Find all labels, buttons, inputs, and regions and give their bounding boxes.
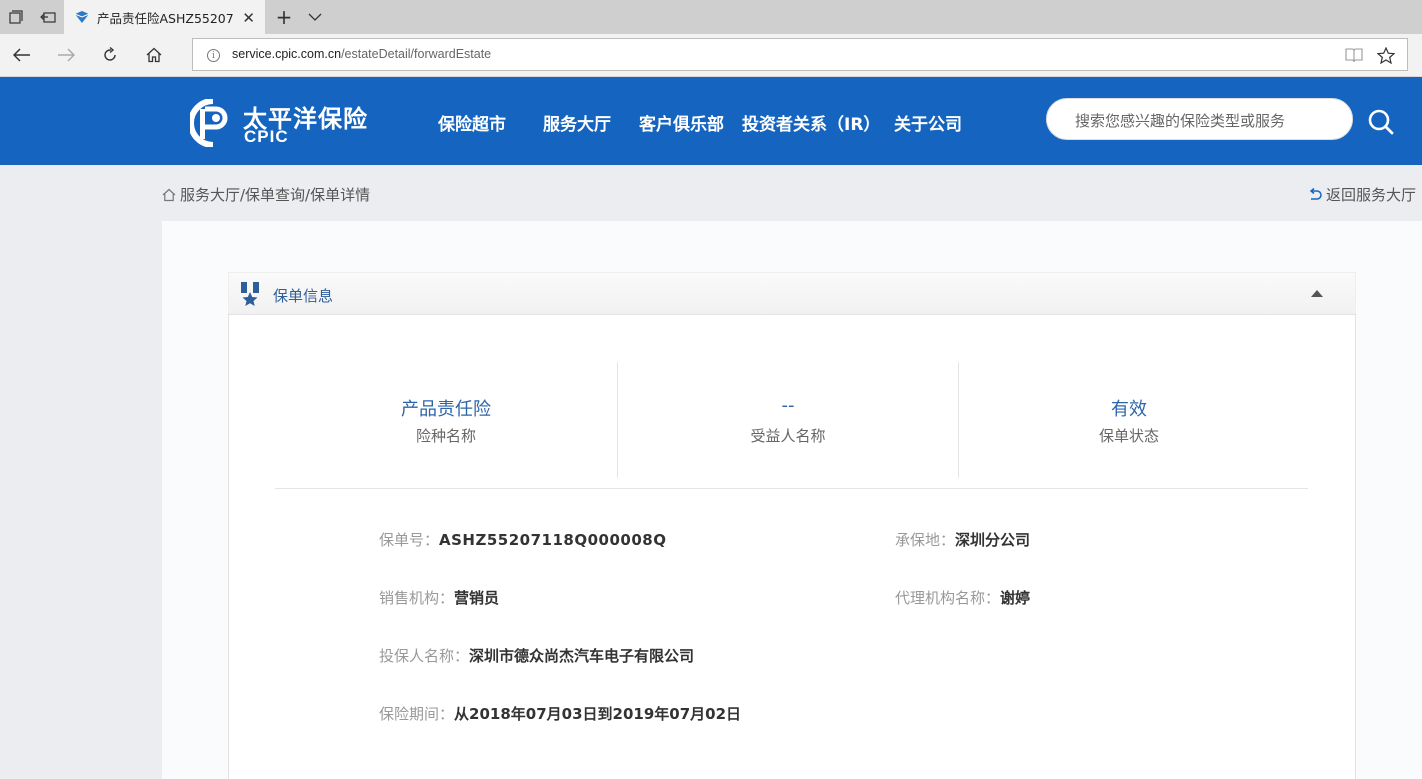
menu-investor-relations[interactable]: 投资者关系（IR） [742,110,880,135]
field-label: 代理机构名称： [895,589,1001,607]
browser-nav-bar: i service.cpic.com.cn/estateDetail/forwa… [0,34,1422,77]
stat-insurance-type: 产品责任险 险种名称 [276,395,616,446]
url-path: /estateDetail/forwardEstate [341,47,492,61]
back-to-service-hall-link[interactable]: 返回服务大厅 [1308,184,1416,205]
home-icon[interactable] [162,188,176,202]
policy-panel-header[interactable]: 保单信息 [228,272,1356,314]
field-underwriting-place: 承保地：深圳分公司 [895,529,1030,550]
browser-tab-bar: 产品责任险ASHZ55207 ✕ + [0,0,1422,34]
stat-label: 险种名称 [415,427,476,445]
new-tab-icon[interactable]: + [270,0,298,34]
site-header: 太平洋保险 CPIC 保险超市 服务大厅 客户俱乐部 投资者关系（IR） 关于公… [0,77,1422,165]
site-search-input[interactable]: 搜索您感兴趣的保险类型或服务 [1046,98,1353,140]
address-bar[interactable]: i service.cpic.com.cn/estateDetail/forwa… [192,38,1408,71]
field-label: 保险期间： [379,705,455,723]
reading-view-icon[interactable] [1345,47,1363,63]
field-label: 投保人名称： [379,647,470,665]
medal-icon [241,282,259,306]
url-host: service.cpic.com.cn [232,47,342,61]
stat-value: -- [781,395,795,416]
field-value: 深圳分公司 [955,531,1031,549]
url-text: service.cpic.com.cn/estateDetail/forward… [232,47,491,61]
field-value: 深圳市德众尚杰汽车电子有限公司 [469,647,695,665]
tab-close-icon[interactable]: ✕ [242,9,255,27]
field-policy-number: 保单号：ASHZ55207118Q000008Q [379,529,666,550]
field-sales-org: 销售机构：营销员 [379,587,499,608]
stat-label: 保单状态 [1098,427,1159,445]
breadcrumb: 服务大厅/保单查询/保单详情 [162,184,370,205]
stat-value: 产品责任险 [401,399,491,420]
field-value: 谢婷 [1000,589,1031,607]
menu-insurance-market[interactable]: 保险超市 [438,110,506,135]
site-info-icon[interactable]: i [207,49,220,62]
search-icon[interactable] [1367,108,1395,136]
stat-policy-status: 有效 保单状态 [959,395,1299,446]
home-browser-icon[interactable] [134,34,174,76]
menu-customer-club[interactable]: 客户俱乐部 [639,110,724,135]
tab-dropdown-icon[interactable] [302,0,328,34]
stat-label: 受益人名称 [750,427,826,445]
search-placeholder: 搜索您感兴趣的保险类型或服务 [1075,112,1286,130]
menu-about-company[interactable]: 关于公司 [894,110,962,135]
tab-title: 产品责任险ASHZ55207 [97,10,234,26]
field-label: 保单号： [379,531,440,549]
refresh-icon[interactable] [90,34,130,76]
stat-value: 有效 [1111,399,1147,420]
menu-service-hall[interactable]: 服务大厅 [543,110,611,135]
field-insurance-period: 保险期间：从2018年07月03日到2019年07月02日 [379,703,741,724]
active-tab[interactable]: 产品责任险ASHZ55207 ✕ [64,0,265,34]
field-value: 营销员 [454,589,500,607]
return-icon [1309,187,1322,200]
cpic-logo-icon [190,99,228,147]
site-favicon-icon [74,11,90,23]
field-value: ASHZ55207118Q000008Q [439,531,667,549]
field-agent-org: 代理机构名称：谢婷 [895,587,1030,608]
tab-list-icon[interactable] [4,0,28,34]
collapse-arrow-icon[interactable] [1311,290,1323,297]
back-link-label: 返回服务大厅 [1326,186,1417,204]
logo-english-name: CPIC [244,127,289,146]
field-label: 销售机构： [379,589,455,607]
field-policyholder: 投保人名称：深圳市德众尚杰汽车电子有限公司 [379,645,694,666]
field-value: 从2018年07月03日到2019年07月02日 [454,705,742,723]
field-label: 承保地： [895,531,956,549]
panel-title: 保单信息 [273,287,334,305]
favorite-star-icon[interactable] [1377,47,1395,64]
back-arrow-icon[interactable] [2,34,42,76]
cpic-logo[interactable]: 太平洋保险 CPIC [190,96,375,148]
breadcrumb-text[interactable]: 服务大厅/保单查询/保单详情 [180,184,370,205]
horizontal-divider [275,488,1308,489]
stat-beneficiary: -- 受益人名称 [618,395,958,446]
set-aside-tabs-icon[interactable] [36,0,60,34]
forward-arrow-icon[interactable] [46,34,86,76]
